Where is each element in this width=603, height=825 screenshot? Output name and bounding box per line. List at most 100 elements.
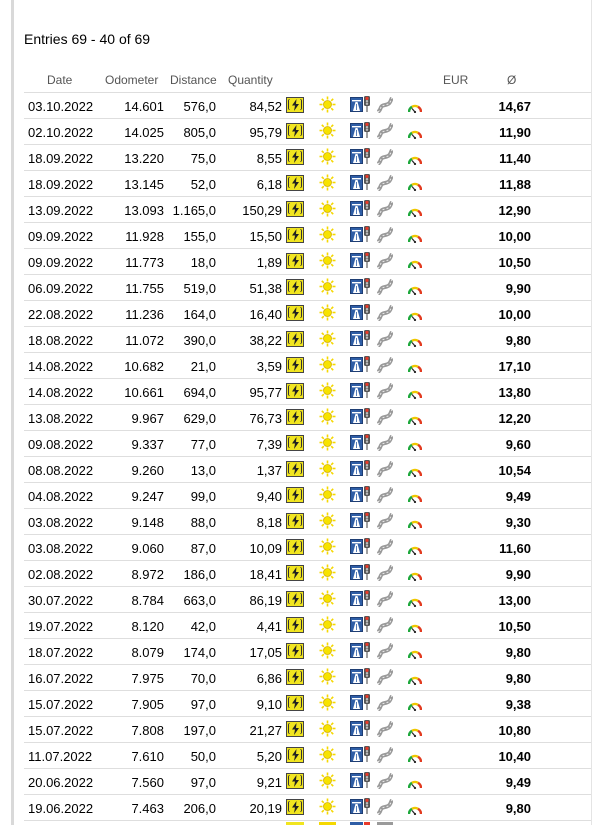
cell-average: 11,60 bbox=[499, 541, 531, 556]
fuel-type-icon bbox=[286, 617, 304, 633]
table-row[interactable]: 18.08.2022 11.072 390,0 38,22 9,80 bbox=[24, 326, 591, 352]
table-row[interactable]: 02.08.2022 8.972 186,0 18,41 9,90 bbox=[24, 560, 591, 586]
table-row[interactable]: 14.08.2022 10.682 21,0 3,59 17,10 bbox=[24, 352, 591, 378]
cell-quantity: 1,37 bbox=[256, 463, 282, 478]
curvy-road-icon bbox=[376, 434, 394, 454]
header-distance[interactable]: Distance bbox=[170, 73, 217, 87]
header-average[interactable]: Ø bbox=[507, 73, 516, 87]
table-row[interactable]: 02.10.2022 14.025 805,0 95,79 11,90 bbox=[24, 118, 591, 144]
motorway-icon bbox=[350, 279, 363, 294]
fuel-type-icon bbox=[286, 591, 304, 607]
cell-date: 03.10.2022 bbox=[28, 99, 94, 114]
motorway-icon bbox=[350, 357, 363, 372]
table-row[interactable]: 11.07.2022 7.610 50,0 5,20 10,40 bbox=[24, 742, 591, 768]
header-odometer[interactable]: Odometer bbox=[105, 73, 158, 87]
sun-icon bbox=[319, 122, 336, 142]
sun-icon bbox=[319, 746, 336, 766]
curvy-road-icon bbox=[376, 96, 394, 116]
table-row[interactable]: 19.07.2022 8.120 42,0 4,41 10,50 bbox=[24, 612, 591, 638]
sun-icon bbox=[319, 148, 336, 168]
curvy-road-icon bbox=[376, 382, 394, 402]
header-date[interactable]: Date bbox=[47, 73, 72, 87]
driving-style-gauge-icon bbox=[407, 543, 423, 558]
cell-odometer: 9.247 bbox=[131, 489, 164, 504]
traffic-light-icon bbox=[364, 304, 370, 320]
cell-distance: 42,0 bbox=[190, 619, 216, 634]
motorway-icon bbox=[350, 695, 363, 710]
cell-distance: 87,0 bbox=[190, 541, 216, 556]
motorway-icon bbox=[350, 617, 363, 632]
table-row[interactable]: 30.07.2022 8.784 663,0 86,19 13,00 bbox=[24, 586, 591, 612]
curvy-road-icon bbox=[376, 330, 394, 350]
traffic-light-icon bbox=[364, 330, 370, 346]
table-row[interactable]: 14.08.2022 10.661 694,0 95,77 13,80 bbox=[24, 378, 591, 404]
motorway-icon bbox=[350, 97, 363, 112]
fuel-type-icon bbox=[286, 175, 304, 191]
table-row[interactable]: 09.09.2022 11.773 18,0 1,89 10,50 bbox=[24, 248, 591, 274]
sun-icon bbox=[319, 356, 336, 376]
sun-icon bbox=[319, 200, 336, 220]
motorway-icon bbox=[350, 305, 363, 320]
cell-average: 10,54 bbox=[498, 463, 531, 478]
header-currency[interactable]: EUR bbox=[443, 73, 468, 87]
cell-odometer: 7.808 bbox=[131, 723, 164, 738]
cell-distance: 155,0 bbox=[183, 229, 216, 244]
table-row[interactable]: 22.08.2022 11.236 164,0 16,40 10,00 bbox=[24, 300, 591, 326]
traffic-light-icon bbox=[364, 720, 370, 736]
cell-odometer: 11.773 bbox=[125, 255, 164, 270]
cell-quantity: 150,29 bbox=[242, 203, 282, 218]
cell-distance: 18,0 bbox=[190, 255, 216, 270]
table-row[interactable]: 15.07.2022 7.808 197,0 21,27 10,80 bbox=[24, 716, 591, 742]
table-row[interactable]: 03.10.2022 14.601 576,0 84,52 14,67 bbox=[24, 92, 591, 118]
driving-style-gauge-icon bbox=[407, 257, 423, 272]
table-row[interactable]: 16.07.2022 7.975 70,0 6,86 9,80 bbox=[24, 664, 591, 690]
cell-quantity: 4,41 bbox=[256, 619, 282, 634]
cell-date: 08.08.2022 bbox=[28, 463, 94, 478]
curvy-road-icon bbox=[376, 798, 394, 818]
table-row[interactable]: 04.08.2022 9.247 99,0 9,40 9,49 bbox=[24, 482, 591, 508]
cell-quantity: 6,18 bbox=[256, 177, 282, 192]
cell-quantity: 20,19 bbox=[249, 801, 282, 816]
table-row[interactable]: 03.08.2022 9.060 87,0 10,09 11,60 bbox=[24, 534, 591, 560]
cell-date: 18.08.2022 bbox=[28, 333, 94, 348]
cell-quantity: 1,89 bbox=[256, 255, 282, 270]
driving-style-gauge-icon bbox=[407, 517, 423, 532]
traffic-light-icon bbox=[364, 746, 370, 762]
traffic-light-icon bbox=[364, 590, 370, 606]
cell-date: 09.09.2022 bbox=[28, 229, 94, 244]
fuel-type-icon bbox=[286, 565, 304, 581]
fuel-type-icon bbox=[286, 799, 304, 815]
table-row-partial[interactable] bbox=[24, 820, 591, 825]
traffic-light-icon bbox=[364, 460, 370, 476]
motorway-icon bbox=[350, 669, 363, 684]
table-row[interactable]: 18.07.2022 8.079 174,0 17,05 9,80 bbox=[24, 638, 591, 664]
table-row[interactable]: 20.06.2022 7.560 97,0 9,21 9,49 bbox=[24, 768, 591, 794]
header-quantity[interactable]: Quantity bbox=[228, 73, 273, 87]
curvy-road-icon bbox=[376, 408, 394, 428]
table-row[interactable]: 03.08.2022 9.148 88,0 8,18 9,30 bbox=[24, 508, 591, 534]
driving-style-gauge-icon bbox=[407, 777, 423, 792]
table-row[interactable]: 08.08.2022 9.260 13,0 1,37 10,54 bbox=[24, 456, 591, 482]
curvy-road-icon bbox=[376, 668, 394, 688]
table-row[interactable]: 06.09.2022 11.755 519,0 51,38 9,90 bbox=[24, 274, 591, 300]
curvy-road-icon bbox=[376, 590, 394, 610]
cell-distance: 1.165,0 bbox=[172, 203, 216, 218]
table-row[interactable]: 09.09.2022 11.928 155,0 15,50 10,00 bbox=[24, 222, 591, 248]
fuel-type-icon bbox=[286, 357, 304, 373]
table-row[interactable]: 09.08.2022 9.337 77,0 7,39 9,60 bbox=[24, 430, 591, 456]
table-row[interactable]: 18.09.2022 13.145 52,0 6,18 11,88 bbox=[24, 170, 591, 196]
table-row[interactable]: 19.06.2022 7.463 206,0 20,19 9,80 bbox=[24, 794, 591, 820]
table-row[interactable]: 13.09.2022 13.093 1.165,0 150,29 12,90 bbox=[24, 196, 591, 222]
table-row[interactable]: 13.08.2022 9.967 629,0 76,73 12,20 bbox=[24, 404, 591, 430]
traffic-light-icon bbox=[364, 642, 370, 658]
cell-average: 9,80 bbox=[505, 333, 531, 348]
driving-style-gauge-icon bbox=[407, 621, 423, 636]
table-row[interactable]: 15.07.2022 7.905 97,0 9,10 9,38 bbox=[24, 690, 591, 716]
table-row[interactable]: 18.09.2022 13.220 75,0 8,55 11,40 bbox=[24, 144, 591, 170]
motorway-icon bbox=[350, 747, 363, 762]
fuel-type-icon bbox=[286, 461, 304, 477]
curvy-road-icon bbox=[376, 148, 394, 168]
curvy-road-icon bbox=[376, 772, 394, 792]
cell-odometer: 8.079 bbox=[131, 645, 164, 660]
driving-style-gauge-icon bbox=[407, 491, 423, 506]
